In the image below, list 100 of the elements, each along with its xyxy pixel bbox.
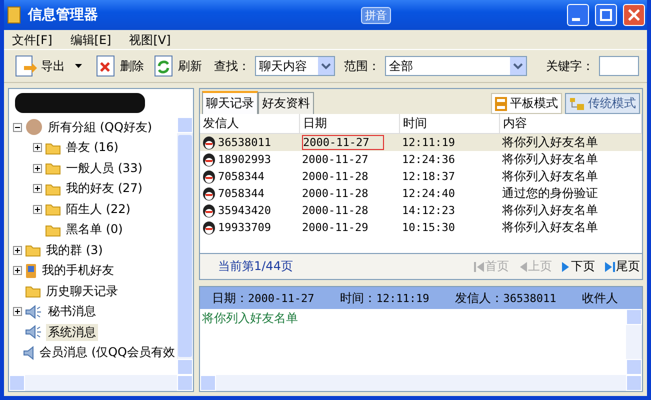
notebook-icon (6, 6, 22, 24)
menu-item[interactable]: 编辑[E] (70, 32, 112, 47)
folder-icon (45, 222, 61, 237)
table-cell: 12:11:19 (400, 134, 500, 151)
plus-icon (34, 144, 41, 152)
plus-icon (14, 267, 21, 274)
folder-icon (45, 140, 61, 155)
expander-toggle[interactable] (33, 143, 42, 152)
scope-dropdown[interactable]: 全部 (385, 56, 527, 76)
tree-item[interactable]: 秘书消息 (46, 303, 98, 320)
header-field: 发信人：36538011 (455, 290, 556, 306)
penguin-icon (202, 186, 216, 200)
refresh-icon (153, 54, 175, 78)
folder-icon (45, 182, 61, 196)
skip-forward-icon (605, 260, 615, 272)
keyword-field[interactable] (599, 56, 639, 76)
penguin-icon (202, 152, 216, 166)
toolbar-button[interactable]: 刷新 (151, 52, 204, 80)
plus-icon (14, 308, 21, 316)
list-icon (495, 96, 507, 110)
folder-icon (45, 161, 61, 176)
table-cell: 36538011 (200, 134, 300, 151)
tree-item[interactable]: 我的好友 (27) (64, 180, 144, 198)
plus-icon (34, 185, 41, 192)
vertical-scrollbar[interactable] (626, 309, 642, 375)
caret-icon (318, 57, 334, 75)
expander-toggle[interactable] (13, 246, 22, 255)
maximize-icon (600, 9, 612, 21)
horizontal-scrollbar[interactable] (200, 375, 642, 391)
avatar-icon (25, 118, 43, 136)
scope-label: 范围： (344, 58, 380, 74)
tree-item[interactable]: 陌生人 (22) (64, 200, 132, 218)
speaker-icon (22, 346, 35, 360)
tree-item[interactable]: 一般人员 (33) (64, 160, 144, 177)
plus-icon (34, 164, 41, 172)
table-cell: 2000-11-27 (300, 134, 400, 151)
expander-toggle[interactable] (33, 184, 42, 194)
find-label: 查找： (214, 58, 250, 74)
minimize-icon (572, 18, 580, 20)
penguin-icon (202, 220, 216, 234)
folder-icon (45, 202, 61, 216)
folder-icon (25, 284, 41, 298)
phone-icon (25, 262, 37, 279)
header-field: 收件人 (582, 290, 618, 306)
plus-icon (34, 206, 41, 213)
minimize-button[interactable] (567, 4, 589, 26)
expander-toggle[interactable] (33, 164, 42, 173)
header-field: 时间：12:11:19 (340, 290, 430, 306)
column-header[interactable]: 发信人 (200, 114, 300, 134)
penguin-icon (202, 136, 216, 150)
toolbar-button[interactable]: 删除 (93, 52, 146, 80)
tree-item[interactable]: 系统消息 (46, 324, 98, 341)
menu-item[interactable]: 视图[V] (129, 32, 171, 47)
delete-icon (95, 54, 117, 78)
keyword-label: 关键字： (546, 58, 594, 74)
pager-button[interactable]: 尾页 (605, 258, 640, 275)
window-title: 信息管理器 (28, 6, 99, 24)
tree-item[interactable]: 历史聊天记录 (44, 282, 120, 300)
tree-item[interactable]: 所有分組 (QQ好友) (46, 118, 154, 136)
plus-icon (14, 246, 21, 254)
penguin-icon (202, 170, 216, 184)
tree-item[interactable]: 兽友 (16) (64, 139, 120, 156)
tree-item[interactable]: 我的手机好友 (40, 262, 116, 280)
folder-icon (25, 243, 41, 258)
close-button[interactable] (623, 4, 645, 26)
column-header[interactable]: 内容 (500, 114, 642, 134)
view-mode-button[interactable]: 平板模式 (491, 93, 562, 114)
message-text: 将你列入好友名单 (201, 310, 299, 327)
pager-button[interactable]: 下页 (562, 258, 595, 275)
header-field: 日期：2000-11-27 (212, 290, 314, 306)
skip-back-icon (474, 260, 484, 272)
tree-item[interactable]: 会员消息 (仅QQ会员有效 (38, 344, 177, 362)
maximize-button[interactable] (595, 4, 617, 26)
triangle-right-icon (562, 260, 570, 272)
tree-item[interactable]: 我的群 (3) (44, 242, 105, 259)
expander-toggle[interactable] (33, 204, 42, 214)
page-status: 当前第1/44页 (218, 258, 294, 275)
menu-item[interactable]: 文件[F] (12, 32, 52, 47)
close-icon (628, 9, 640, 21)
view-mode-button[interactable]: 传统模式 (565, 93, 640, 114)
folder-tree-icon (569, 96, 585, 110)
speaker-icon (25, 325, 43, 340)
tree-item[interactable]: 黑名单 (0) (64, 221, 125, 238)
find-dropdown[interactable]: 聊天内容 (255, 56, 335, 76)
column-header[interactable]: 时间 (400, 114, 500, 134)
tab[interactable]: 聊天记录 (202, 91, 258, 114)
caret-icon (510, 57, 526, 75)
expander-toggle[interactable] (13, 307, 22, 316)
document-arrow-icon (14, 54, 38, 78)
expander-toggle[interactable] (13, 122, 22, 132)
speaker-icon (25, 304, 43, 319)
penguin-icon (202, 204, 216, 218)
triangle-left-icon (519, 260, 527, 272)
toolbar-button[interactable]: 导出 (12, 52, 88, 80)
horizontal-scrollbar[interactable] (9, 375, 193, 391)
tab[interactable]: 好友资料 (258, 92, 314, 114)
table-cell: 将你列入好友名单 (500, 134, 642, 151)
column-header[interactable]: 日期 (300, 114, 400, 134)
expander-toggle[interactable] (13, 266, 22, 276)
vertical-scrollbar[interactable] (177, 117, 193, 375)
